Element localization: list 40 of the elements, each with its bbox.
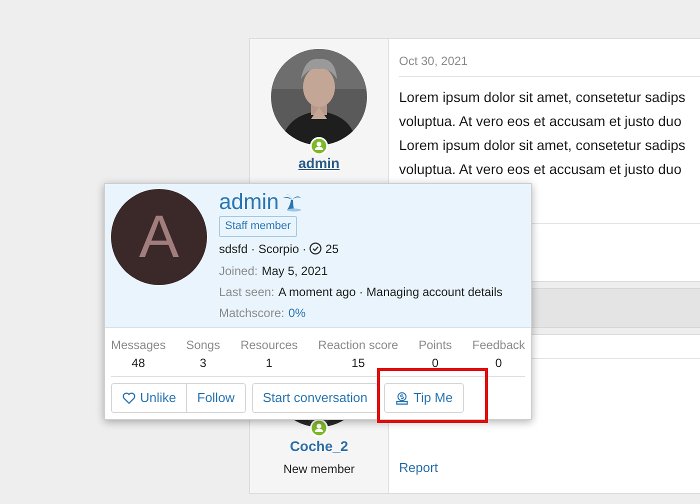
- stat-label: Reaction score: [318, 336, 398, 354]
- member-info: sdsfd · Scorpio ·: [219, 240, 306, 258]
- like-button[interactable]: Unlike: [111, 382, 188, 412]
- stat-label: Points: [418, 336, 452, 354]
- stat-label: Songs: [186, 336, 220, 354]
- check-circle-icon: [309, 242, 322, 255]
- action-button[interactable]: Start conversation: [252, 382, 378, 412]
- stat-label: Feedback: [472, 336, 525, 354]
- stat-label: Resources: [240, 336, 298, 354]
- avatar: A: [111, 189, 207, 285]
- stat-value: 48: [132, 354, 146, 372]
- post-text-line: voluptua. At vero eos et accusam et justo duo: [399, 160, 683, 179]
- username-link[interactable]: Coche_2: [290, 436, 348, 457]
- post-text-line: voluptua. At vero eos et accusam et justo duo: [399, 112, 683, 131]
- post-text-line: Lorem ipsum dolor sit amet, consetetur sadips: [399, 88, 686, 107]
- field-label: Matchscore:: [219, 304, 284, 320]
- stat-value: 1: [266, 354, 272, 372]
- field-value: May 5, 2021: [262, 262, 328, 278]
- field-value: 0%: [288, 304, 306, 320]
- trophy-count: 25: [325, 240, 339, 258]
- post-text-line: Lorem ipsum dolor sit amet, consetetur sadips: [399, 136, 686, 155]
- stat-value: 15: [352, 354, 365, 372]
- post-date: Oct 30, 2021: [399, 39, 700, 77]
- palm-tree-icon: [282, 191, 302, 213]
- stat-value: 3: [200, 354, 206, 372]
- username-link[interactable]: admin: [298, 153, 340, 174]
- user-title: New member: [283, 461, 355, 478]
- action-button[interactable]: Follow: [187, 382, 246, 412]
- member-name: admin: [219, 189, 279, 215]
- stat-value: 0: [495, 354, 502, 372]
- report-link[interactable]: Report: [399, 458, 438, 477]
- field-value: A moment ago · Managing account details: [278, 284, 503, 300]
- stat-label: Messages: [111, 336, 166, 354]
- field-label: Joined:: [219, 262, 258, 278]
- stat-value: 0: [432, 354, 439, 372]
- tip-button[interactable]: Tip Me: [384, 382, 464, 412]
- staff-badge: Staff member: [219, 216, 297, 236]
- heart-icon: [122, 390, 136, 404]
- field-label: Last seen:: [219, 284, 274, 300]
- money-icon: [395, 390, 410, 404]
